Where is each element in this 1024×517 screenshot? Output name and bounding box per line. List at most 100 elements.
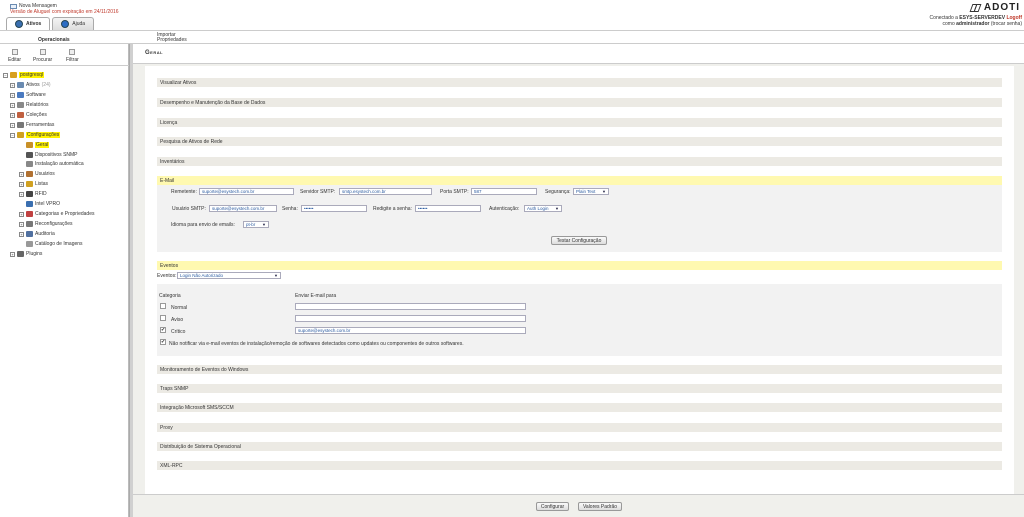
tree-item-instalacao[interactable]: Instalação automática xyxy=(26,161,84,167)
as-prefix: como xyxy=(942,21,955,27)
section-email[interactable]: E-Mail xyxy=(157,176,1002,185)
search-button[interactable]: Procurar xyxy=(33,49,52,63)
section-eventos[interactable]: Eventos xyxy=(157,261,1002,270)
events-select[interactable]: Login Não Autorizado xyxy=(177,272,281,279)
tree-item-listas[interactable]: + Listas xyxy=(19,181,48,187)
smtp-input[interactable]: smtp.esystech.com.br xyxy=(339,188,432,195)
critico-checkbox[interactable]: ✔ xyxy=(160,327,166,333)
tree-item-geral[interactable]: Geral xyxy=(26,142,50,148)
expand-icon[interactable]: + xyxy=(19,231,24,237)
expand-icon[interactable]: + xyxy=(10,102,15,108)
section-xml-rpc[interactable]: XML-RPC xyxy=(157,461,1002,470)
expand-icon[interactable]: + xyxy=(10,92,15,98)
report-icon xyxy=(17,102,24,108)
tree-item-ferramentas[interactable]: + Ferramentas xyxy=(10,122,54,128)
filter-button[interactable]: Filtrar xyxy=(66,49,79,63)
section-visualizar-ativos[interactable]: Visualizar Ativos xyxy=(157,78,1002,87)
normal-label: Normal xyxy=(171,305,188,311)
settings-icon xyxy=(17,132,24,138)
tree-item-plugins[interactable]: + Plugins xyxy=(10,251,42,257)
change-password-link[interactable]: (trocar senha) xyxy=(991,21,1022,27)
tree-item-label: Coleções xyxy=(26,112,47,118)
tree-item-label: Ativos xyxy=(26,82,40,88)
tree-item-configuracoes[interactable]: − Configurações xyxy=(10,132,61,138)
import-properties-button[interactable]: Importar Propriedades xyxy=(157,33,197,43)
expand-icon[interactable]: + xyxy=(10,82,15,88)
auth-select[interactable]: Auth Login xyxy=(524,205,562,212)
tab-ajuda[interactable]: Ajuda xyxy=(52,17,95,30)
tree-item-software[interactable]: + Software xyxy=(10,92,46,98)
logo-text: ADOTI xyxy=(983,2,1020,13)
retype-password-input[interactable]: •••••• xyxy=(415,205,481,212)
tree-item-label: Listas xyxy=(35,181,49,187)
collapse-icon[interactable]: − xyxy=(3,72,8,78)
tree-item-categorias[interactable]: + Categorias e Propriedades xyxy=(19,211,94,217)
database-icon xyxy=(10,72,17,78)
expand-icon[interactable]: + xyxy=(19,211,24,217)
default-values-button[interactable]: Valores Padrão xyxy=(578,502,622,511)
test-config-button[interactable]: Testar Configuração xyxy=(551,236,607,245)
smtp-user-input[interactable]: suporte@esystech.com.br xyxy=(209,205,277,212)
tree-item-colecoes[interactable]: + Coleções xyxy=(10,112,47,118)
expand-icon[interactable]: + xyxy=(10,122,15,128)
tree-item-relatorios[interactable]: + Relatórios xyxy=(10,102,49,108)
expand-icon[interactable]: + xyxy=(19,171,24,177)
events-label: Eventos: xyxy=(157,273,177,279)
section-traps-snmp[interactable]: Traps SNMP xyxy=(157,384,1002,393)
tree-item-label: Plugins xyxy=(26,251,43,257)
user-info: como administrador (trocar senha) xyxy=(943,21,1022,27)
main-tabs: Ativos Ajuda xyxy=(6,17,95,30)
tree-root[interactable]: − postgresql xyxy=(3,72,45,78)
tree-item-vpro[interactable]: Intel VPRO xyxy=(26,201,60,207)
critico-email-input[interactable]: suporte@esystech.com.br xyxy=(295,327,526,334)
general-icon xyxy=(26,142,33,148)
section-licenca[interactable]: Licença xyxy=(157,118,1002,127)
user-name: administrador xyxy=(956,21,990,27)
tree-item-auditoria[interactable]: + Auditoria xyxy=(19,231,55,237)
tree-item-ativos[interactable]: + Ativos (24) xyxy=(10,82,51,88)
edit-button[interactable]: Editar xyxy=(8,49,21,63)
section-inventarios[interactable]: Inventários xyxy=(157,157,1002,166)
tree-item-rfid[interactable]: + RFID xyxy=(19,191,47,197)
notify-label: Não notificar via e-mail eventos de inst… xyxy=(169,341,464,347)
normal-email-input[interactable] xyxy=(295,303,526,310)
collapse-icon[interactable]: − xyxy=(10,132,15,138)
notify-checkbox[interactable]: ✔ xyxy=(160,339,166,345)
normal-checkbox[interactable] xyxy=(160,303,166,309)
language-select[interactable]: pt-br xyxy=(243,221,269,228)
license-notice: Versão de Aluguel com expiração em 24/11… xyxy=(10,9,119,15)
tree-item-reconfiguracoes[interactable]: + Reconfigurações xyxy=(19,221,73,227)
reconfig-icon xyxy=(26,221,33,227)
port-input[interactable]: 587 xyxy=(471,188,537,195)
footer-bar: Configurar Valores Padrão xyxy=(133,494,1024,517)
tree-item-catalogo[interactable]: Catálogo de Imagens xyxy=(26,241,83,247)
section-desempenho[interactable]: Desempenho e Manutenção da Base de Dados xyxy=(157,98,1002,107)
sender-input[interactable]: suporte@esystech.com.br xyxy=(199,188,294,195)
section-proxy[interactable]: Proxy xyxy=(157,423,1002,432)
tree-item-usuarios[interactable]: + Usuários xyxy=(19,171,55,177)
password-label: Senha: xyxy=(282,206,298,212)
aviso-checkbox[interactable] xyxy=(160,315,166,321)
expand-icon[interactable]: + xyxy=(19,181,24,187)
section-monitoramento[interactable]: Monitoramento de Eventos do Windows xyxy=(157,365,1002,374)
tree-item-label: Auditoria xyxy=(35,231,55,237)
expand-icon[interactable]: + xyxy=(10,251,15,257)
tab-ativos[interactable]: Ativos xyxy=(6,17,51,30)
section-distribuicao[interactable]: Distribuição de Sistema Operacional xyxy=(157,442,1002,451)
send-email-header: Enviar E-mail para xyxy=(295,293,337,299)
sub-bar: Operacionais Importar Propriedades xyxy=(0,31,1024,44)
section-integracao-sms[interactable]: Integração Microsoft SMS/SCCM xyxy=(157,403,1002,412)
expand-icon[interactable]: + xyxy=(19,191,24,197)
expand-icon[interactable]: + xyxy=(19,221,24,227)
configure-button[interactable]: Configurar xyxy=(536,502,569,511)
tree-item-label: Configurações xyxy=(26,132,61,138)
expand-icon[interactable]: + xyxy=(10,112,15,118)
install-icon xyxy=(26,161,33,167)
aviso-email-input[interactable] xyxy=(295,315,526,322)
section-pesquisa-rede[interactable]: Pesquisa de Ativos de Rede xyxy=(157,137,1002,146)
security-select[interactable]: Plain Text xyxy=(573,188,609,195)
tree-item-snmp[interactable]: Dispositivos SNMP xyxy=(26,152,78,158)
password-input[interactable]: •••••• xyxy=(301,205,367,212)
tree-item-label: Dispositivos SNMP xyxy=(35,152,78,158)
search-icon xyxy=(39,49,46,55)
